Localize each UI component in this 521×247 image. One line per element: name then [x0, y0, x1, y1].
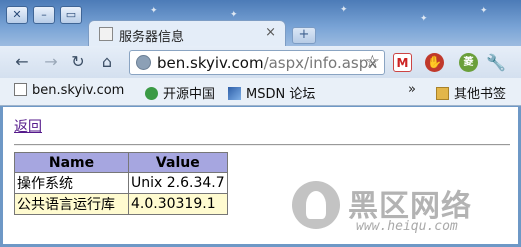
table-header-row: Name Value — [14, 152, 228, 173]
table-cell: 操作系统 — [14, 172, 129, 194]
globe-icon — [136, 55, 151, 70]
adblock-extension-icon[interactable]: ✋ — [425, 53, 444, 72]
folder-icon — [436, 87, 449, 100]
watermark-url: www.heiqu.com — [356, 219, 458, 234]
page-icon — [14, 83, 27, 96]
active-tab[interactable]: 服务器信息 × — [88, 20, 286, 46]
extension-icon[interactable]: 菱 — [459, 53, 478, 72]
bookmark-label: 其他书签 — [454, 87, 507, 102]
sparkle-decoration: ✦ — [340, 5, 348, 15]
table-cell: 公共语言运行库 — [14, 193, 129, 215]
tab-title: 服务器信息 — [119, 30, 185, 45]
url-host: ben.skyiv.com — [157, 54, 264, 72]
server-info-table: Name Value 操作系统 Unix 2.6.34.7 公共语言运行库 4.… — [14, 152, 228, 215]
column-header-name: Name — [14, 152, 129, 173]
window-close-button[interactable]: ✕ — [6, 6, 28, 24]
bookmark-label: ben.skyiv.com — [32, 83, 125, 98]
column-header-value: Value — [128, 152, 228, 173]
table-row: 操作系统 Unix 2.6.34.7 — [14, 172, 228, 194]
table-cell: 4.0.30319.1 — [128, 193, 228, 215]
bookmark-star-icon[interactable]: ☆ — [365, 52, 380, 72]
watermark-logo-icon — [292, 181, 340, 229]
gmail-extension-icon[interactable]: M — [393, 53, 412, 72]
window-maximize-button[interactable]: ▭ — [60, 6, 82, 24]
bookmark-ben-skyiv[interactable]: ben.skyiv.com — [14, 83, 124, 98]
msdn-icon — [228, 87, 241, 100]
bookmark-msdn-forum[interactable]: MSDN 论坛 — [228, 83, 315, 102]
table-row: 公共语言运行库 4.0.30319.1 — [14, 193, 228, 215]
url-path: /aspx/info.aspx — [263, 54, 378, 72]
address-bar[interactable]: ben.skyiv.com/aspx/info.aspx ☆ — [129, 50, 385, 75]
back-link[interactable]: 返回 — [14, 116, 42, 136]
bookmarks-bar: ben.skyiv.com 开源中国 MSDN 论坛 » 其他书签 — [0, 78, 521, 106]
other-bookmarks-folder[interactable]: 其他书签 — [436, 83, 506, 102]
sparkle-decoration: ✦ — [150, 6, 158, 16]
wrench-menu-icon[interactable]: 🔧 — [486, 53, 506, 72]
browser-window: ✦ ✦ ✦ ✦ ✦ ✕ – ▭ 服务器信息 × + ← → ↻ ⌂ ben.sk… — [0, 0, 521, 247]
oschina-icon — [145, 87, 158, 100]
sparkle-decoration: ✦ — [480, 6, 488, 16]
navigation-toolbar: ← → ↻ ⌂ ben.skyiv.com/aspx/info.aspx ☆ M… — [0, 46, 521, 78]
tab-close-icon[interactable]: × — [265, 25, 276, 40]
bookmarks-overflow-chevron-icon[interactable]: » — [408, 82, 416, 97]
table-cell: Unix 2.6.34.7 — [128, 172, 228, 194]
url-text[interactable]: ben.skyiv.com/aspx/info.aspx — [157, 54, 377, 72]
page-icon — [99, 27, 113, 41]
sparkle-decoration: ✦ — [420, 14, 428, 24]
tab-strip: ✦ ✦ ✦ ✦ ✦ ✕ – ▭ 服务器信息 × + — [0, 0, 521, 46]
back-icon[interactable]: ← — [12, 52, 32, 72]
bookmark-label: 开源中国 — [163, 87, 216, 102]
bookmark-oschina[interactable]: 开源中国 — [145, 83, 215, 102]
divider — [14, 144, 510, 146]
new-tab-button[interactable]: + — [292, 27, 316, 44]
forward-icon[interactable]: → — [41, 52, 61, 72]
sparkle-decoration: ✦ — [230, 10, 238, 20]
home-icon[interactable]: ⌂ — [97, 52, 117, 72]
reload-icon[interactable]: ↻ — [68, 52, 88, 72]
bookmark-label: MSDN 论坛 — [246, 87, 316, 102]
window-minimize-button[interactable]: – — [33, 6, 55, 24]
